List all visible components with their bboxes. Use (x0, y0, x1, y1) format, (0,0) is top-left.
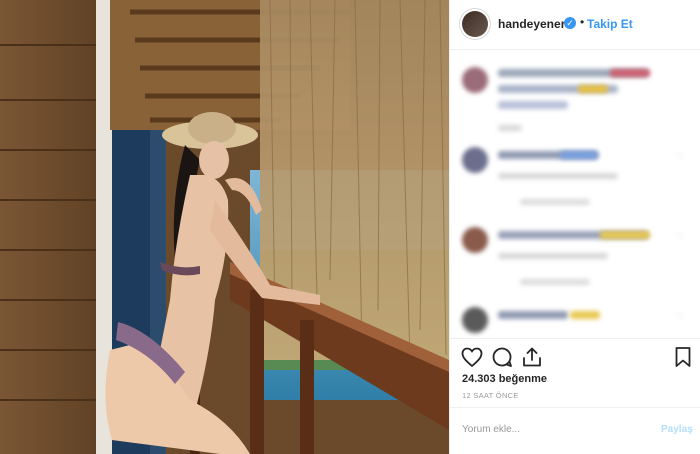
blurred-emoji (578, 85, 608, 93)
comment-avatar (462, 307, 488, 333)
blurred-emoji (570, 311, 600, 319)
blurred-replies (520, 199, 590, 205)
blurred-comment-text (498, 311, 568, 319)
username-link[interactable]: handeyener (498, 17, 565, 31)
instagram-post-view: handeyener ✓ • Takip Et ♡ ♡ ♡ 24.303 beğ… (0, 0, 700, 454)
follow-button[interactable]: Takip Et (587, 17, 633, 31)
avatar[interactable] (462, 11, 488, 37)
list-item: ♡ (450, 143, 700, 213)
comment-avatar (462, 227, 488, 253)
comment-avatar (462, 67, 488, 93)
blurred-emoji (610, 69, 650, 77)
post-side-panel: handeyener ✓ • Takip Et ♡ ♡ ♡ 24.303 beğ… (449, 0, 700, 454)
post-timestamp[interactable]: 12 SAAT ÖNCE (462, 391, 519, 400)
blurred-emoji (560, 151, 598, 159)
blurred-meta (498, 173, 618, 179)
blurred-emoji (600, 231, 650, 239)
list-item: ♡ (450, 303, 700, 339)
likes-count[interactable]: 24.303 beğenme (462, 373, 547, 385)
blurred-meta (498, 253, 608, 259)
blurred-meta (498, 125, 522, 131)
post-actions (450, 338, 700, 374)
comment-input[interactable]: Yorum ekle... (462, 424, 520, 435)
list-item (450, 63, 700, 143)
comment-icon[interactable] (490, 345, 514, 369)
photo-illustration (0, 0, 449, 454)
heart-icon[interactable] (460, 345, 484, 369)
verified-badge-icon: ✓ (564, 17, 576, 29)
blurred-replies (520, 279, 590, 285)
post-photo[interactable] (0, 0, 449, 454)
like-comment-icon[interactable]: ♡ (676, 231, 684, 242)
blurred-comment-text (498, 101, 568, 109)
post-header: handeyener ✓ • Takip Et (450, 0, 700, 50)
list-item: ♡ (450, 223, 700, 293)
comments-list[interactable]: ♡ ♡ ♡ (450, 51, 700, 339)
comment-avatar (462, 147, 488, 173)
bookmark-icon[interactable] (671, 345, 695, 369)
like-comment-icon[interactable]: ♡ (676, 311, 684, 322)
share-icon[interactable] (520, 345, 544, 369)
post-comment-button[interactable]: Paylaş (661, 424, 693, 435)
add-comment-bar: Yorum ekle... Paylaş (450, 407, 700, 454)
like-comment-icon[interactable]: ♡ (676, 151, 684, 162)
separator-dot: • (580, 15, 585, 29)
